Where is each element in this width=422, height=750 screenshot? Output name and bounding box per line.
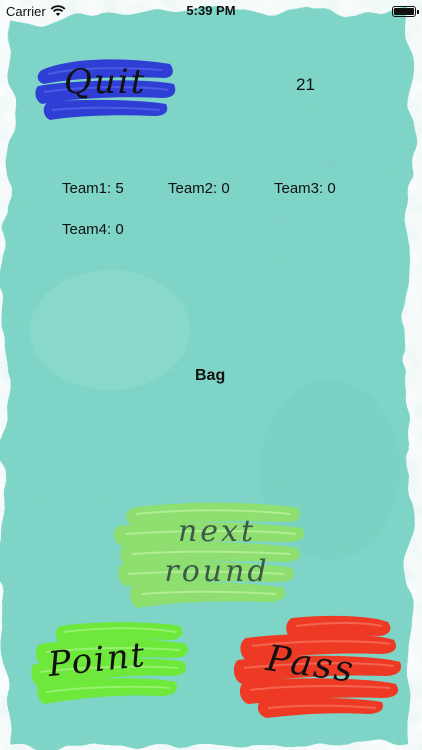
next-round-line2: round [164, 554, 270, 589]
status-bar: Carrier 5:39 PM [0, 0, 422, 22]
status-left: Carrier [6, 4, 66, 19]
status-time: 5:39 PM [186, 3, 236, 18]
pass-button[interactable]: Pass [232, 614, 404, 718]
carrier-label: Carrier [6, 3, 46, 19]
point-button[interactable]: Point [30, 620, 192, 706]
bag-label: Bag [195, 367, 226, 384]
quit-button[interactable]: Quit [34, 48, 178, 124]
battery-icon [392, 5, 419, 17]
timer-value: 21 [296, 75, 315, 94]
next-round-label: next round [142, 512, 292, 592]
wifi-icon [50, 5, 66, 16]
next-round-button[interactable]: next round [112, 500, 308, 616]
team3-score: Team3: 0 [274, 180, 336, 197]
team2-score: Team2: 0 [168, 180, 230, 197]
quit-label: Quit [64, 62, 147, 102]
team1-score: Team1: 5 [62, 180, 124, 197]
team4-score: Team4: 0 [62, 221, 124, 238]
next-round-line1: next [177, 514, 257, 549]
